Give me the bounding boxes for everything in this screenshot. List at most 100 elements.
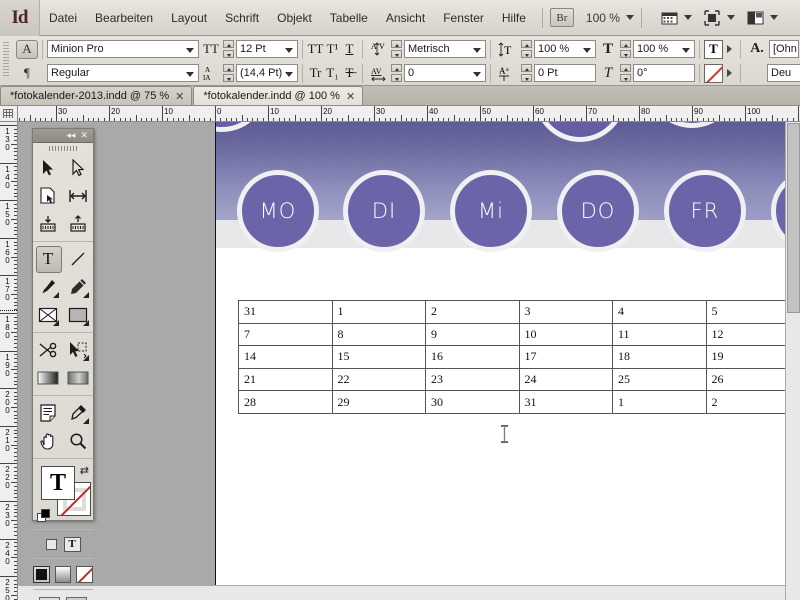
calendar-cell[interactable]: 4 — [612, 300, 707, 324]
calendar-cell[interactable]: 24 — [518, 367, 613, 392]
horizontal-scale-field[interactable]: 100 % — [633, 40, 695, 58]
formatting-affects-container-icon[interactable] — [45, 538, 57, 550]
font-size-stepper[interactable] — [223, 40, 234, 58]
baseline-shift-stepper[interactable] — [521, 64, 532, 82]
normal-view-mode-button[interactable] — [39, 596, 60, 600]
subscript-button[interactable]: T₁ — [324, 64, 341, 82]
vertical-scale-stepper[interactable] — [521, 40, 532, 58]
baseline-shift-field[interactable]: 0 Pt — [534, 64, 596, 82]
toolbox-grip[interactable] — [33, 143, 93, 154]
close-icon[interactable]: ✕ — [175, 90, 184, 103]
menu-hilfe[interactable]: Hilfe — [493, 0, 535, 36]
hand-tool[interactable] — [33, 427, 63, 455]
toolbox-panel[interactable]: ◂◂ ✕ T T ⇄ T — [32, 128, 94, 600]
gradient-feather-tool[interactable] — [63, 364, 93, 392]
fill-stroke-controls[interactable]: T ⇄ — [33, 462, 93, 526]
screen-mode-button[interactable] — [704, 9, 735, 26]
fill-color-swatch[interactable]: T — [704, 39, 723, 59]
paragraph-formatting-toggle[interactable]: ¶ — [16, 64, 38, 83]
menu-layout[interactable]: Layout — [162, 0, 216, 36]
vertical-scrollbar-thumb[interactable] — [787, 123, 800, 313]
view-options-button[interactable] — [661, 10, 692, 26]
calendar-cell[interactable]: 1 — [331, 300, 426, 324]
preview-mode-button[interactable] — [66, 596, 87, 600]
gradient-swatch-tool[interactable] — [33, 364, 63, 392]
swap-fill-stroke-icon[interactable]: ⇄ — [80, 464, 89, 477]
calendar-cell[interactable]: 10 — [518, 322, 613, 347]
menu-ansicht[interactable]: Ansicht — [377, 0, 434, 36]
calendar-row[interactable]: 28 29 30 31 1 2 — [238, 390, 800, 414]
font-style-field[interactable]: Regular — [47, 64, 199, 82]
page-tool[interactable] — [33, 182, 63, 210]
calendar-cell[interactable]: 22 — [331, 367, 426, 392]
scissors-tool[interactable] — [33, 336, 63, 364]
pen-tool[interactable] — [33, 273, 63, 301]
selection-tool[interactable] — [33, 154, 63, 182]
calendar-cell[interactable]: 25 — [612, 367, 707, 392]
menu-tabelle[interactable]: Tabelle — [321, 0, 377, 36]
kerning-stepper[interactable] — [391, 40, 402, 58]
arrange-documents-button[interactable] — [747, 10, 778, 26]
language-field[interactable]: Deu — [767, 64, 800, 82]
skew-field[interactable]: 0° — [633, 64, 695, 82]
day-circle-do[interactable]: DO — [557, 170, 639, 252]
calendar-cell[interactable]: 9 — [425, 322, 520, 347]
ruler-origin-corner[interactable] — [0, 106, 18, 122]
horizontal-scale-stepper[interactable] — [620, 40, 631, 58]
day-circle-mo[interactable]: MO — [237, 170, 319, 252]
calendar-row[interactable]: 14 15 16 17 18 19 — [238, 345, 800, 369]
stroke-swatch-flyout-icon[interactable] — [727, 69, 732, 77]
calendar-cell[interactable]: 31 — [518, 390, 613, 414]
calendar-cell[interactable]: 30 — [425, 390, 520, 414]
document-canvas[interactable]: MO DI Mi DO FR S 31123457891011121415161… — [18, 122, 800, 600]
underline-button[interactable]: T — [341, 40, 358, 58]
calendar-cell[interactable]: 31 — [238, 300, 333, 324]
all-caps-button[interactable]: TT — [307, 40, 324, 58]
strikethrough-button[interactable]: T̶ — [341, 64, 358, 82]
apply-gradient-button[interactable] — [54, 565, 72, 583]
menu-schrift[interactable]: Schrift — [216, 0, 268, 36]
formatting-affects-text-icon[interactable]: T — [63, 536, 81, 552]
document-tab-fotokalender-2013[interactable]: *fotokalender-2013.indd @ 75 % ✕ — [0, 86, 193, 105]
tracking-stepper[interactable] — [391, 64, 402, 82]
horizontal-ruler[interactable]: 403020100102030405060708090100110 — [18, 106, 800, 122]
stroke-color-swatch[interactable] — [704, 63, 723, 83]
type-tool[interactable]: T — [33, 245, 63, 273]
zoom-level-combo[interactable]: 100 % — [586, 11, 634, 25]
day-circle-di[interactable]: DI — [343, 170, 425, 252]
character-formatting-toggle[interactable]: A — [16, 39, 38, 59]
day-circle-fr[interactable]: FR — [664, 170, 746, 252]
calendar-row[interactable]: 7 8 9 10 11 12 — [238, 322, 800, 347]
rectangle-tool[interactable] — [63, 301, 93, 329]
document-tab-fotokalender[interactable]: *fotokalender.indd @ 100 % ✕ — [193, 86, 364, 105]
tracking-field[interactable]: 0 — [404, 64, 486, 82]
apply-color-button[interactable] — [33, 565, 50, 583]
apply-none-button[interactable] — [76, 565, 94, 583]
calendar-cell[interactable]: 21 — [238, 367, 333, 392]
bridge-button[interactable]: Br — [549, 8, 574, 27]
eyedropper-tool[interactable] — [63, 399, 93, 427]
leading-field[interactable]: (14,4 Pt) — [236, 64, 298, 82]
menu-fenster[interactable]: Fenster — [434, 0, 493, 36]
day-circle-mi[interactable]: Mi — [450, 170, 532, 252]
calendar-row[interactable]: 21 22 23 24 25 26 — [238, 367, 800, 392]
vertical-scale-field[interactable]: 100 % — [534, 40, 596, 58]
fill-swatch[interactable]: T — [41, 466, 75, 500]
calendar-cell[interactable]: 2 — [425, 300, 520, 324]
kerning-field[interactable]: Metrisch — [404, 40, 486, 58]
close-icon[interactable]: ✕ — [80, 131, 88, 140]
calendar-cell[interactable]: 29 — [331, 390, 426, 414]
calendar-cell[interactable]: 11 — [612, 322, 707, 347]
font-family-field[interactable]: Minion Pro — [47, 40, 199, 58]
fill-swatch-flyout-icon[interactable] — [727, 45, 732, 53]
menu-objekt[interactable]: Objekt — [268, 0, 321, 36]
menu-bearbeiten[interactable]: Bearbeiten — [86, 0, 162, 36]
calendar-cell[interactable]: 8 — [331, 322, 426, 347]
small-caps-button[interactable]: Tr — [307, 64, 324, 82]
calendar-cell[interactable]: 18 — [612, 345, 707, 369]
calendar-cell[interactable]: 23 — [425, 367, 520, 392]
horizontal-scrollbar[interactable] — [18, 585, 785, 600]
calendar-cell[interactable]: 15 — [331, 345, 426, 369]
calendar-row[interactable]: 31 1 2 3 4 5 — [238, 300, 800, 324]
paragraph-style-field[interactable]: [Ohn — [769, 40, 799, 58]
